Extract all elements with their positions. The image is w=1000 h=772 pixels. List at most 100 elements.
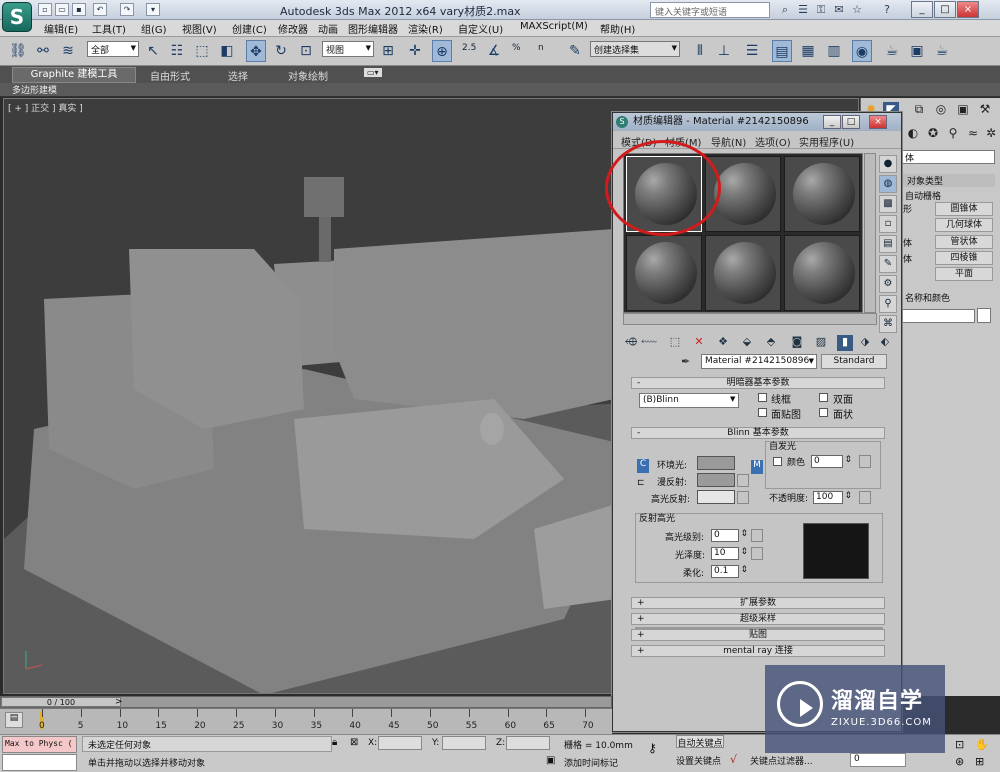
- blinn-basic-rollout-header[interactable]: - Blinn 基本参数: [631, 427, 885, 439]
- zoom-extents-icon[interactable]: ⊡: [955, 738, 964, 751]
- track-bar[interactable]: ▤ 0 5 10 15 20 25 30 35 40 45 50 55 60 65 70: [0, 708, 612, 734]
- put-to-library-icon[interactable]: ⬘: [763, 335, 779, 351]
- diffuse-map-lock-button[interactable]: M: [751, 460, 763, 474]
- help-icon[interactable]: ?: [880, 3, 894, 17]
- sample-slot[interactable]: [626, 235, 702, 311]
- material-type-button[interactable]: Standard: [821, 354, 887, 369]
- shapes-icon[interactable]: ◐: [905, 126, 921, 142]
- options-icon[interactable]: ⚙: [879, 275, 897, 293]
- opacity-spinner[interactable]: 100: [813, 491, 852, 504]
- curve-editor-icon[interactable]: ▦: [798, 40, 818, 62]
- align-icon[interactable]: ⊥: [714, 40, 734, 62]
- sample-slot[interactable]: [784, 156, 860, 232]
- key-filters-button[interactable]: 关键点过滤器...: [750, 754, 813, 767]
- shader-dropdown[interactable]: (B)Blinn: [639, 393, 739, 408]
- diffuse-color-swatch[interactable]: [697, 473, 735, 487]
- glossiness-map-button[interactable]: [751, 547, 763, 560]
- self-illum-spinner[interactable]: 0: [811, 455, 852, 468]
- make-unique-icon[interactable]: ⬙: [739, 335, 755, 351]
- shader-basic-rollout-header[interactable]: - 明暗器基本参数: [631, 377, 885, 389]
- backlight-icon[interactable]: ◍: [879, 175, 897, 193]
- quick-access-dropdown-icon[interactable]: ▾: [146, 3, 160, 16]
- object-button-pyramid-cut[interactable]: 体: [903, 252, 912, 265]
- helpers-icon[interactable]: ⚲: [945, 126, 961, 142]
- background-icon[interactable]: ▩: [879, 195, 897, 213]
- absolute-mode-icon[interactable]: ⊠: [350, 737, 358, 748]
- two-sided-checkbox[interactable]: [819, 393, 828, 402]
- me-menu-navigation[interactable]: 导航(N): [711, 134, 746, 149]
- specular-map-button[interactable]: [737, 491, 749, 504]
- make-preview-icon[interactable]: ✎: [879, 255, 897, 273]
- menu-help[interactable]: 帮助(H): [600, 21, 635, 36]
- faceted-checkbox[interactable]: [819, 408, 828, 417]
- geosphere-button[interactable]: 几何球体: [935, 218, 993, 232]
- link-icon[interactable]: ⛓: [8, 40, 28, 62]
- me-close-button[interactable]: ×: [869, 115, 887, 129]
- slots-horizontal-scrollbar[interactable]: [623, 313, 877, 325]
- menu-graph-editors[interactable]: 图形编辑器: [348, 21, 398, 36]
- extended-params-rollout[interactable]: + 扩展参数: [631, 597, 885, 609]
- x-coordinate-field[interactable]: [378, 736, 422, 750]
- unlink-icon[interactable]: ⚯: [33, 40, 53, 62]
- set-key-icon[interactable]: ⚷: [648, 741, 657, 755]
- material-editor-icon[interactable]: ◉: [852, 40, 872, 62]
- self-illum-map-button[interactable]: [859, 455, 871, 468]
- cameras-icon[interactable]: ✪: [925, 126, 941, 142]
- material-id-channel-icon[interactable]: ◙: [789, 335, 805, 351]
- soften-spinner[interactable]: 0.1: [711, 565, 748, 578]
- object-type-rollout[interactable]: 对象类型: [901, 174, 995, 187]
- video-color-check-icon[interactable]: ▤: [879, 235, 897, 253]
- copy-material-icon[interactable]: ❖: [715, 335, 731, 351]
- autogrid-checkbox[interactable]: 自动栅格: [905, 189, 941, 202]
- mini-curve-editor-icon[interactable]: ▤: [5, 712, 23, 728]
- key-icon[interactable]: ⚿: [814, 3, 828, 17]
- utilities-tab-icon[interactable]: ⚒: [977, 102, 993, 118]
- put-to-scene-icon[interactable]: ⬳: [641, 335, 657, 351]
- render-production-icon[interactable]: ☕: [932, 40, 952, 62]
- move-icon[interactable]: ✥: [246, 40, 266, 62]
- name-color-rollout[interactable]: 名称和颜色: [905, 291, 950, 304]
- object-color-swatch[interactable]: [977, 308, 991, 323]
- reset-map-icon[interactable]: ✕: [691, 335, 707, 351]
- selection-lock-icon[interactable]: 🔒︎: [332, 737, 337, 748]
- current-frame-field[interactable]: 0: [850, 753, 906, 767]
- save-icon[interactable]: ▪: [72, 3, 86, 16]
- communication-icon[interactable]: ✉: [832, 3, 846, 17]
- sample-type-icon[interactable]: ●: [879, 155, 897, 173]
- menu-views[interactable]: 视图(V): [182, 21, 217, 36]
- schematic-view-icon[interactable]: ▥: [824, 40, 844, 62]
- new-file-icon[interactable]: ▫: [38, 3, 52, 16]
- me-menu-options[interactable]: 选项(O): [755, 134, 791, 149]
- time-slider-thumb[interactable]: 0 / 100: [1, 697, 121, 707]
- polygon-modeling-label[interactable]: 多边形建模: [12, 83, 57, 96]
- z-coordinate-field[interactable]: [506, 736, 550, 750]
- menu-rendering[interactable]: 渲染(R): [408, 21, 443, 36]
- wire-checkbox[interactable]: [758, 393, 767, 402]
- go-to-parent-icon[interactable]: ⬗: [857, 335, 873, 351]
- menu-tools[interactable]: 工具(T): [92, 21, 126, 36]
- plane-button[interactable]: 平面: [935, 267, 993, 281]
- supersampling-rollout[interactable]: + 超级采样: [631, 613, 885, 625]
- named-selection-set-dropdown[interactable]: 创建选择集: [590, 41, 680, 57]
- auto-key-button[interactable]: 自动关键点: [676, 735, 724, 749]
- window-crossing-icon[interactable]: ◧: [217, 40, 237, 62]
- rotate-icon[interactable]: ↻: [271, 40, 291, 62]
- motion-tab-icon[interactable]: ◎: [933, 102, 949, 118]
- pick-material-eyedropper-icon[interactable]: ✒: [681, 355, 690, 368]
- redo-icon[interactable]: ↷: [120, 3, 134, 16]
- sample-slot[interactable]: [705, 235, 781, 311]
- pivot-center-icon[interactable]: ⊞: [378, 40, 398, 62]
- undo-icon[interactable]: ↶: [93, 3, 107, 16]
- pan-icon[interactable]: ✋: [975, 738, 989, 751]
- tab-selection[interactable]: 选择: [228, 68, 248, 83]
- mirror-icon[interactable]: ⫴: [690, 40, 710, 62]
- self-illum-color-checkbox[interactable]: [773, 457, 782, 466]
- maps-rollout[interactable]: + 贴图: [631, 629, 885, 641]
- hierarchy-tab-icon[interactable]: ⧉: [911, 102, 927, 118]
- angle-snap-icon[interactable]: ∡: [484, 40, 504, 62]
- mental-ray-rollout[interactable]: + mental ray 连接: [631, 645, 885, 657]
- tube-button[interactable]: 管状体: [935, 235, 993, 249]
- ribbon-options-icon[interactable]: ▭▾: [364, 68, 382, 77]
- object-name-field[interactable]: [901, 309, 975, 323]
- space-warps-icon[interactable]: ≈: [965, 126, 981, 142]
